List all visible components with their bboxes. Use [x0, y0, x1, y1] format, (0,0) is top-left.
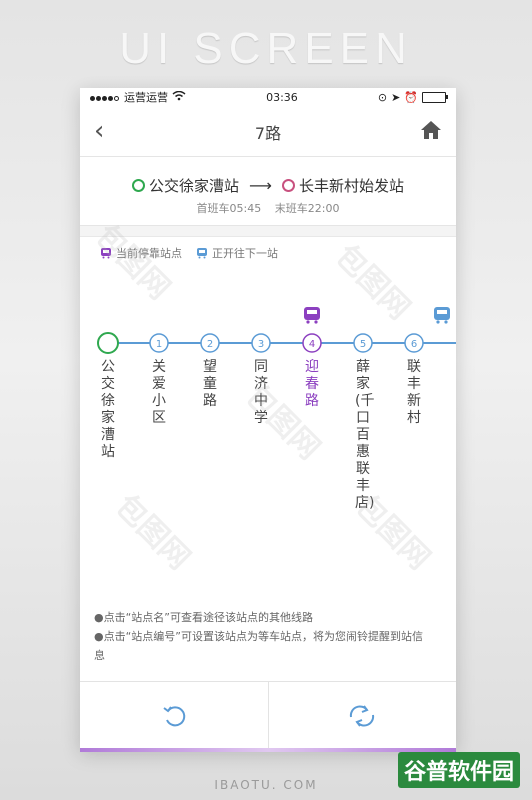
- signal-icon: [90, 91, 120, 104]
- rotation-lock-icon: ⊙: [377, 90, 388, 104]
- clock-label: 03:36: [266, 90, 298, 104]
- legend-stopped-label: 当前停靠站点: [116, 247, 182, 260]
- banner-title: UI SCREEN: [119, 24, 413, 73]
- stop-number[interactable]: 4: [309, 339, 315, 350]
- refresh-button[interactable]: [80, 682, 268, 750]
- alarm-icon: ⏰: [404, 90, 418, 104]
- swap-direction-icon: [350, 705, 375, 727]
- refresh-icon: [163, 706, 185, 727]
- legend: 当前停靠站点 正开往下一站: [80, 237, 456, 269]
- location-icon: ➤: [391, 90, 401, 104]
- nav-bar: ‹ 7路: [80, 106, 456, 157]
- stop-number[interactable]: 6: [411, 339, 417, 350]
- page-title: 7路: [254, 124, 282, 143]
- stop-name[interactable]: 同济中学: [253, 359, 269, 427]
- bus-stopped-icon: [101, 248, 111, 259]
- phone-screen: 运营运营 03:36 ⊙ ➤ ⏰ ‹ 7路 公交徐家漕站 ⟶ 长丰新村始发站 首…: [80, 88, 456, 750]
- bus-moving-icon: [434, 307, 450, 324]
- end-circle-icon: [281, 179, 295, 192]
- route-start: 公交徐家漕站: [149, 177, 240, 195]
- legend-moving-label: 正开往下一站: [212, 247, 278, 260]
- bus-moving-icon: [197, 248, 207, 259]
- stop-number[interactable]: 5: [360, 339, 366, 350]
- stop-marker[interactable]: [97, 332, 119, 354]
- route-end: 长丰新村始发站: [298, 177, 404, 195]
- stop-name[interactable]: 望童路: [202, 359, 218, 410]
- route-line-diagram: 1 2 3 4 5 6: [97, 307, 456, 354]
- tips: ●点击“站点名”可查看途径该站点的其他线路 ●点击“站点编号”可设置该站点为等车…: [94, 608, 424, 665]
- stop-name[interactable]: 公交徐家漕站: [100, 359, 116, 461]
- arrow-right-icon: ⟶: [249, 176, 272, 195]
- bottom-toolbar: [80, 681, 456, 750]
- last-bus-time: 末班车22:00: [274, 202, 340, 215]
- tip-text: ●点击“站点名”可查看途径该站点的其他线路: [94, 611, 313, 624]
- brand-logo: 谷普软件园: [397, 752, 520, 788]
- divider: [80, 226, 456, 237]
- status-bar: 运营运营 03:36 ⊙ ➤ ⏰: [80, 88, 456, 106]
- stop-name[interactable]: 联丰新村: [406, 359, 422, 427]
- stop-number[interactable]: 1: [156, 339, 162, 350]
- carrier-label: 运营运营: [124, 91, 168, 104]
- tip-text: ●点击“站点编号”可设置该站点为等车站点，将为您闹铃提醒到站信息: [94, 630, 423, 662]
- watermark-text: 包图网: [108, 488, 197, 577]
- bus-at-stop-icon: [304, 307, 320, 324]
- reverse-direction-button[interactable]: [267, 682, 457, 750]
- home-icon[interactable]: [420, 120, 442, 144]
- battery-icon: [422, 91, 448, 103]
- wifi-icon: [172, 90, 186, 104]
- route-summary: 公交徐家漕站 ⟶ 长丰新村始发站 首班车05:45 末班车22:00: [80, 157, 456, 226]
- stop-name[interactable]: 薛家(千口百惠联丰店): [355, 359, 374, 512]
- stop-number[interactable]: 3: [258, 339, 264, 350]
- start-circle-icon: [132, 179, 146, 192]
- first-bus-time: 首班车05:45: [196, 202, 262, 215]
- stop-name[interactable]: 迎春路: [304, 359, 320, 410]
- stop-number[interactable]: 2: [207, 339, 213, 350]
- stop-name[interactable]: 关爱小区: [151, 359, 167, 427]
